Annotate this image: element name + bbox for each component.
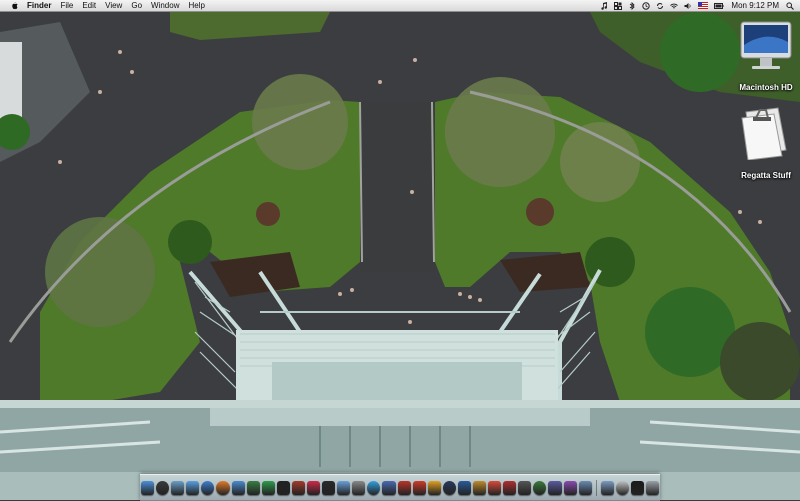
dock-safari-icon[interactable]: [201, 481, 215, 495]
dock-skype-icon[interactable]: [367, 481, 381, 495]
dock-system-prefs-icon[interactable]: [352, 481, 366, 495]
dock-documents-icon[interactable]: [578, 481, 592, 495]
dock-terminal-icon[interactable]: [630, 481, 644, 495]
menu-go[interactable]: Go: [131, 0, 142, 11]
dock-quicktime-icon[interactable]: [442, 481, 456, 495]
desktop-wallpaper: [0, 12, 800, 500]
spotlight-icon[interactable]: [786, 1, 794, 10]
dock-itunes-icon[interactable]: [231, 481, 245, 495]
dock-games-icon[interactable]: [412, 481, 426, 495]
dock: [140, 474, 660, 501]
time-machine-icon[interactable]: [642, 1, 651, 10]
dock-adium-icon[interactable]: [382, 481, 396, 495]
dock-itunes-2-icon[interactable]: [548, 481, 562, 495]
imac-hard-drive-icon: [740, 21, 792, 69]
desktop-icon-label: Regatta Stuff: [741, 171, 791, 180]
desktop-icon-label: Macintosh HD: [739, 83, 793, 92]
dock-downloads-icon[interactable]: [600, 481, 614, 495]
folder-document-icon: [741, 107, 787, 161]
dock-magnifier-icon[interactable]: [615, 481, 629, 495]
battery-icon[interactable]: [714, 2, 724, 10]
dock-ichat-icon[interactable]: [186, 481, 200, 495]
dock-ical-icon[interactable]: [488, 481, 502, 495]
dock-text-edit-icon[interactable]: [503, 481, 517, 495]
dock-music-icon[interactable]: [306, 481, 321, 495]
dock-address-book-icon[interactable]: [291, 481, 305, 495]
dock-preview-icon[interactable]: [337, 481, 351, 495]
status-area: Mon 9:12 PM: [597, 0, 800, 11]
menu-help[interactable]: Help: [188, 0, 204, 11]
dock-stickies-icon[interactable]: [427, 481, 441, 495]
dock-mail-icon[interactable]: [171, 481, 185, 495]
dock-applications-icon[interactable]: [563, 481, 577, 495]
apple-menu-icon[interactable]: [10, 1, 19, 10]
dock-photoshop-icon[interactable]: [457, 481, 471, 495]
menu-window[interactable]: Window: [151, 0, 179, 11]
dock-dashboard-icon[interactable]: [156, 481, 170, 495]
desktop-icon-regatta-stuff[interactable]: Regatta Stuff: [726, 104, 800, 183]
dock-finder-icon[interactable]: [140, 481, 155, 495]
itunes-note-icon[interactable]: [600, 1, 608, 10]
menu-clock[interactable]: Mon 9:12 PM: [731, 0, 779, 11]
dock-blackberry-icon[interactable]: [276, 481, 290, 495]
dock-iphoto-icon[interactable]: [246, 481, 260, 495]
menu-edit[interactable]: Edit: [82, 0, 96, 11]
dock-facetime-icon[interactable]: [261, 481, 275, 495]
dock-garageband-icon[interactable]: [473, 481, 487, 495]
dock-separator: [595, 480, 597, 496]
dock-firefox-icon[interactable]: [216, 481, 230, 495]
dock-time-machine-icon[interactable]: [533, 481, 547, 495]
spaces-icon[interactable]: [614, 1, 623, 10]
menu-finder[interactable]: Finder: [27, 0, 51, 11]
input-flag-icon[interactable]: [698, 2, 709, 9]
dock-photo-booth-icon[interactable]: [397, 481, 411, 495]
aerial-tower-photo: [0, 12, 800, 500]
dock-aperture-icon[interactable]: [518, 481, 532, 495]
menu-view[interactable]: View: [105, 0, 122, 11]
sync-icon[interactable]: [656, 2, 664, 10]
wifi-icon[interactable]: [670, 2, 679, 10]
desktop-icon-macintosh-hd[interactable]: Macintosh HD: [726, 20, 800, 95]
menu-bar: Finder File Edit View Go Window Help Mon…: [0, 0, 800, 12]
bluetooth-icon[interactable]: [628, 1, 636, 10]
dock-dvd-player-icon[interactable]: [322, 481, 336, 495]
dock-trash-icon[interactable]: [645, 481, 660, 495]
menu-file[interactable]: File: [60, 0, 73, 11]
volume-icon[interactable]: [684, 2, 692, 10]
